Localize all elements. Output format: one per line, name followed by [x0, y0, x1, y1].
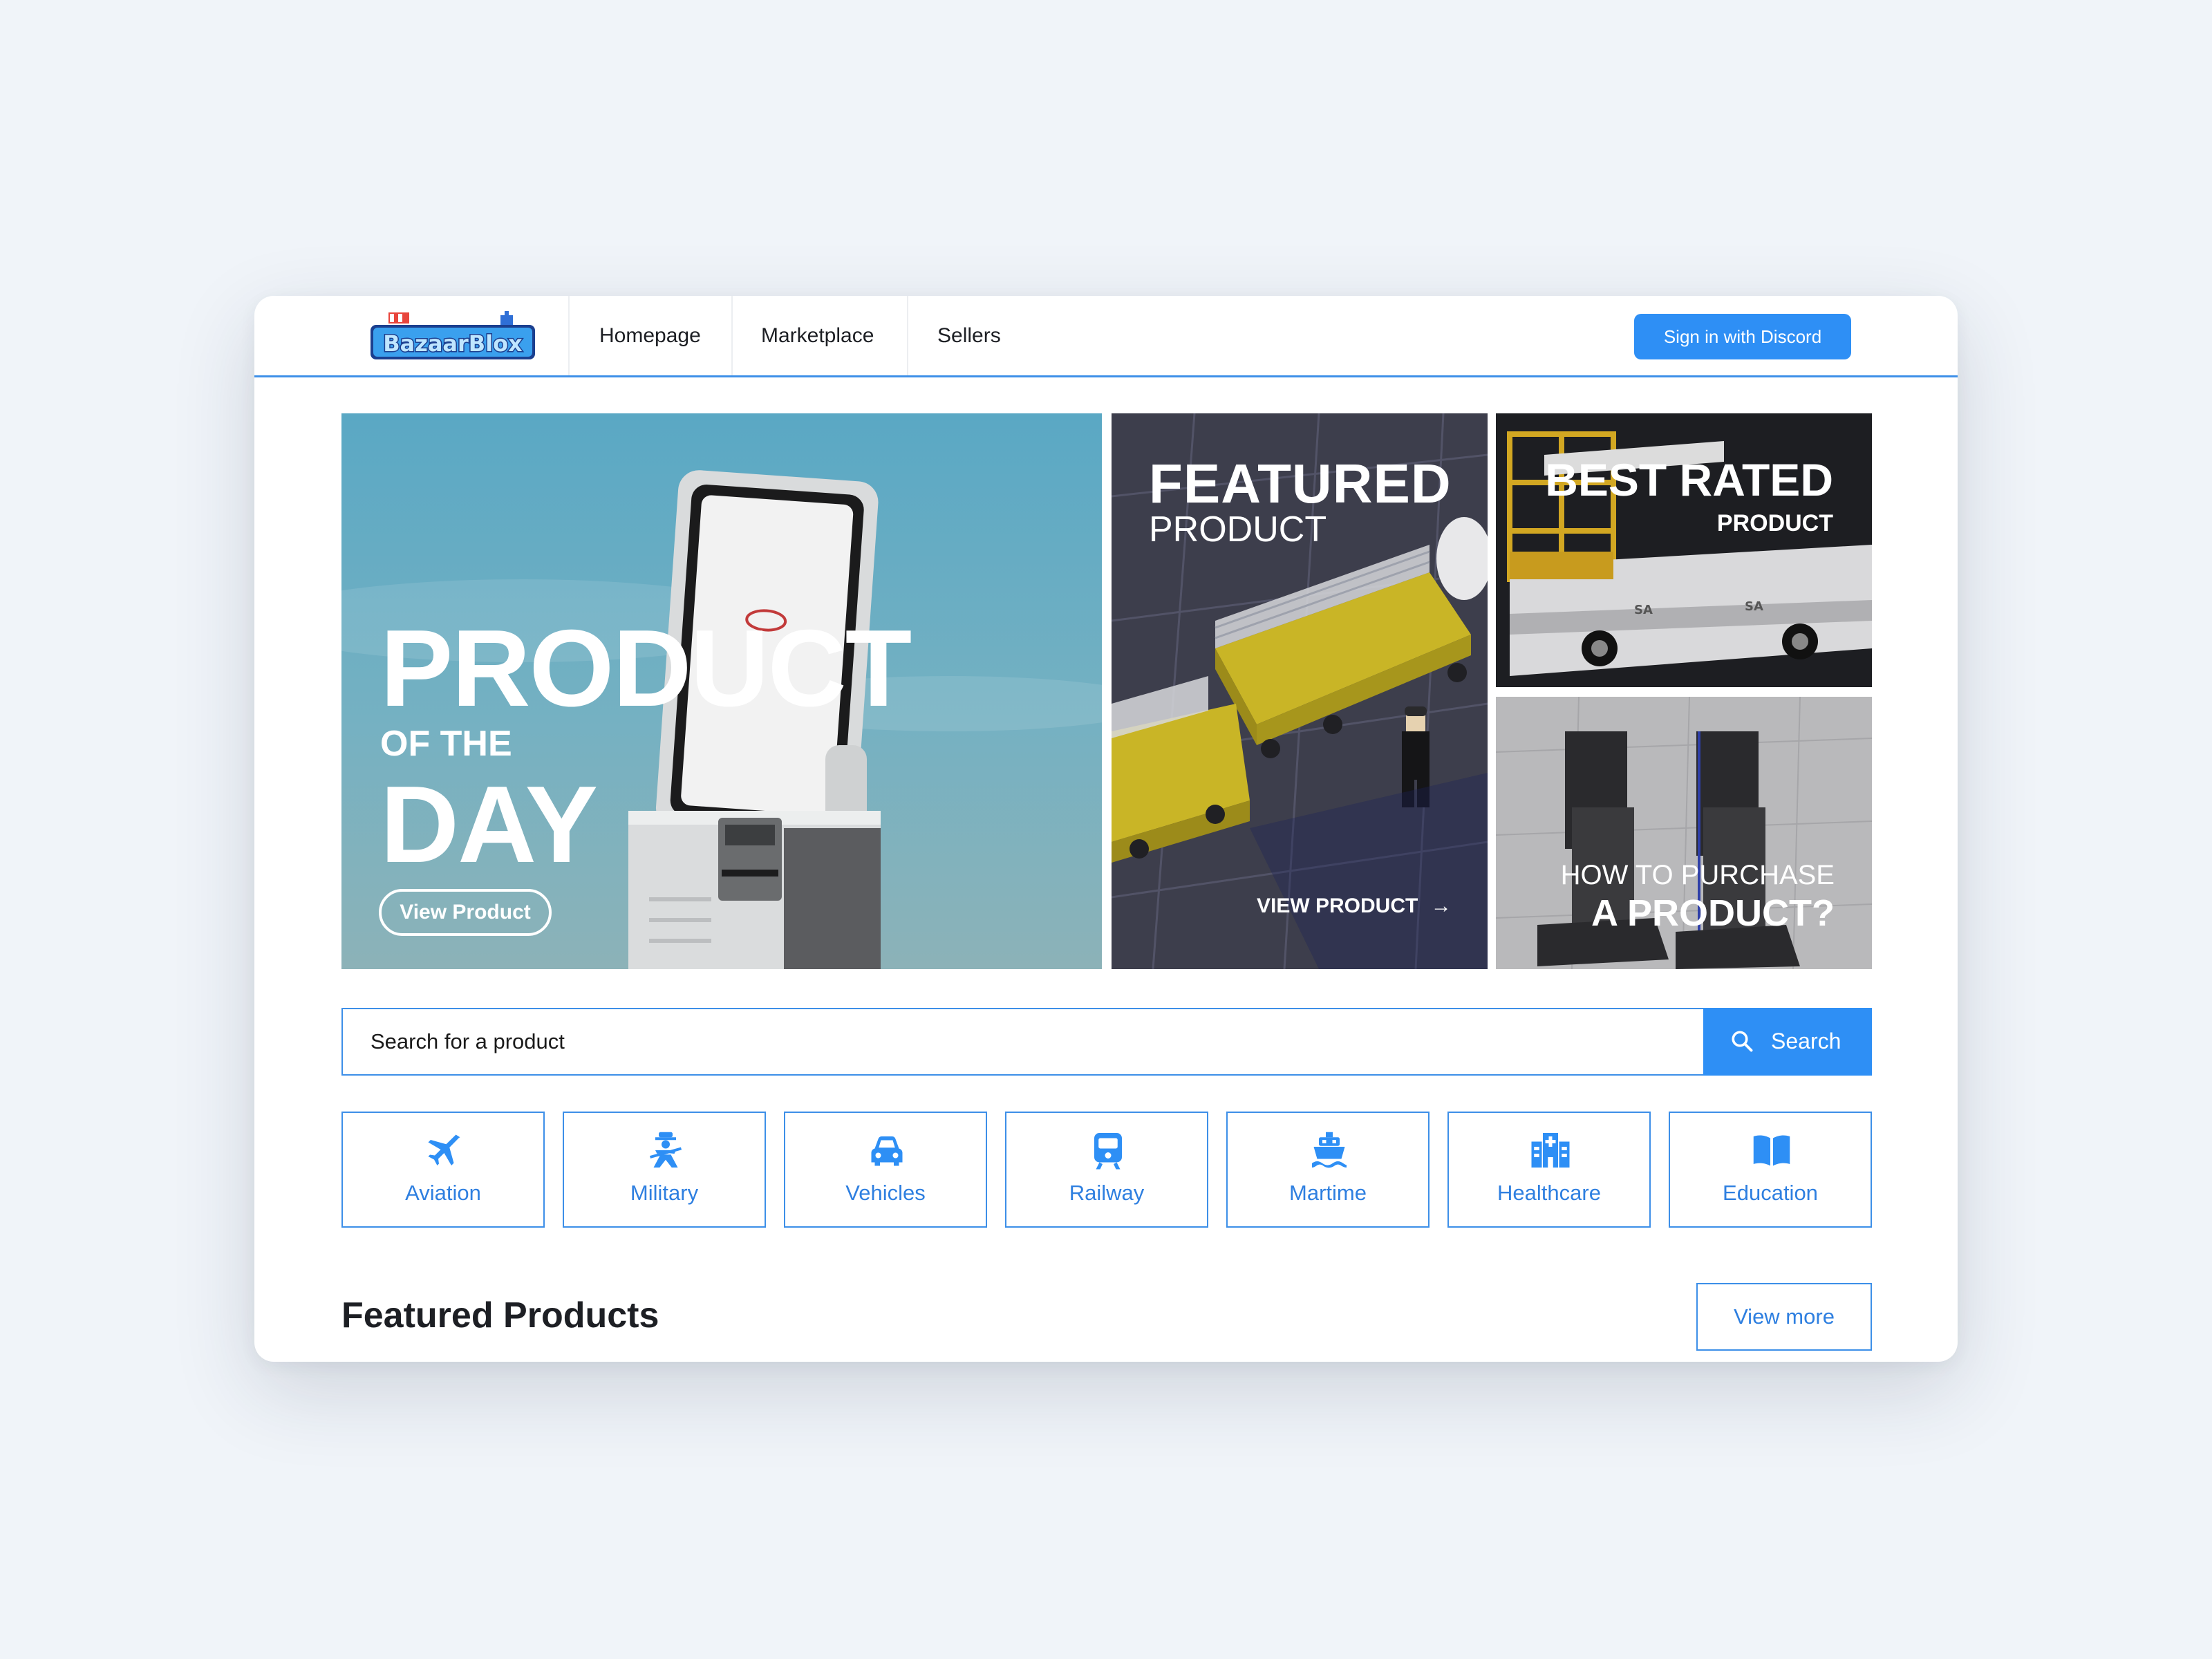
best-rated-product-tile[interactable]: SA SA BEST RATED PRODUCT: [1496, 413, 1872, 687]
view-more-button[interactable]: View more: [1696, 1283, 1872, 1351]
category-label: Martime: [1289, 1181, 1367, 1205]
how-to-purchase-tile[interactable]: HOW TO PURCHASE A PRODUCT?: [1496, 697, 1872, 969]
category-label: Education: [1723, 1181, 1818, 1205]
ship-icon: [1312, 1132, 1347, 1168]
svg-text:SA: SA: [1745, 599, 1763, 614]
featured-subtitle: PRODUCT: [1149, 509, 1327, 550]
view-product-button[interactable]: View Product: [379, 889, 552, 936]
train-icon: [1094, 1133, 1122, 1170]
potd-title-product: PRODUCT: [380, 608, 912, 729]
category-vehicles[interactable]: Vehicles: [784, 1112, 987, 1228]
category-military[interactable]: Military: [563, 1112, 766, 1228]
product-of-the-day-tile[interactable]: PRODUCT OF THE DAY View Product: [341, 413, 1102, 969]
nav-divider: [568, 296, 570, 375]
featured-view-product-label: VIEW PRODUCT: [1257, 894, 1418, 917]
soldier-icon: [649, 1132, 682, 1168]
potd-title-day: DAY: [380, 764, 598, 885]
car-icon: [871, 1136, 903, 1166]
bazaarblox-logo[interactable]: BazaarBlox: [369, 311, 539, 362]
potd-title-of-the: OF THE: [380, 724, 512, 764]
category-label: Military: [630, 1181, 699, 1205]
category-label: Railway: [1069, 1181, 1145, 1205]
nav-sellers[interactable]: Sellers: [937, 296, 1001, 375]
featured-view-product-link[interactable]: VIEW PRODUCT →: [1257, 894, 1452, 918]
category-healthcare[interactable]: Healthcare: [1447, 1112, 1651, 1228]
svg-text:BazaarBlox: BazaarBlox: [383, 330, 523, 357]
browser-window: BazaarBlox Homepage Marketplace Sellers …: [254, 296, 1958, 1362]
search-button[interactable]: Search: [1703, 1008, 1872, 1076]
featured-title: FEATURED: [1149, 453, 1452, 514]
nav-divider: [731, 296, 733, 375]
arrow-right-icon: →: [1430, 894, 1452, 917]
search-button-label: Search: [1771, 1029, 1841, 1053]
featured-product-tile[interactable]: FEATURED PRODUCT VIEW PRODUCT →: [1112, 413, 1488, 969]
how-to-title-line1: HOW TO PURCHASE: [1560, 860, 1835, 890]
hospital-icon: [1531, 1133, 1570, 1168]
svg-text:SA: SA: [1634, 603, 1653, 617]
category-label: Healthcare: [1497, 1181, 1601, 1205]
search-bar: Search: [341, 1008, 1872, 1076]
category-label: Aviation: [405, 1181, 481, 1205]
nav-marketplace[interactable]: Marketplace: [761, 296, 874, 375]
category-martime[interactable]: Martime: [1226, 1112, 1430, 1228]
nav-divider: [907, 296, 908, 375]
sign-in-discord-button[interactable]: Sign in with Discord: [1634, 314, 1851, 359]
category-railway[interactable]: Railway: [1005, 1112, 1208, 1228]
nav-homepage[interactable]: Homepage: [599, 296, 701, 375]
category-education[interactable]: Education: [1669, 1112, 1872, 1228]
category-label: Vehicles: [845, 1181, 926, 1205]
best-rated-title: BEST RATED: [1545, 454, 1833, 505]
category-aviation[interactable]: Aviation: [341, 1112, 545, 1228]
how-to-title-line2: A PRODUCT?: [1591, 892, 1835, 934]
best-rated-subtitle: PRODUCT: [1716, 510, 1833, 536]
site-header: BazaarBlox Homepage Marketplace Sellers …: [254, 296, 1958, 377]
plane-icon: [428, 1134, 460, 1165]
book-icon: [1753, 1135, 1790, 1166]
search-icon: [1732, 1031, 1753, 1052]
featured-products-heading: Featured Products: [341, 1295, 659, 1335]
search-input[interactable]: [341, 1008, 1705, 1076]
